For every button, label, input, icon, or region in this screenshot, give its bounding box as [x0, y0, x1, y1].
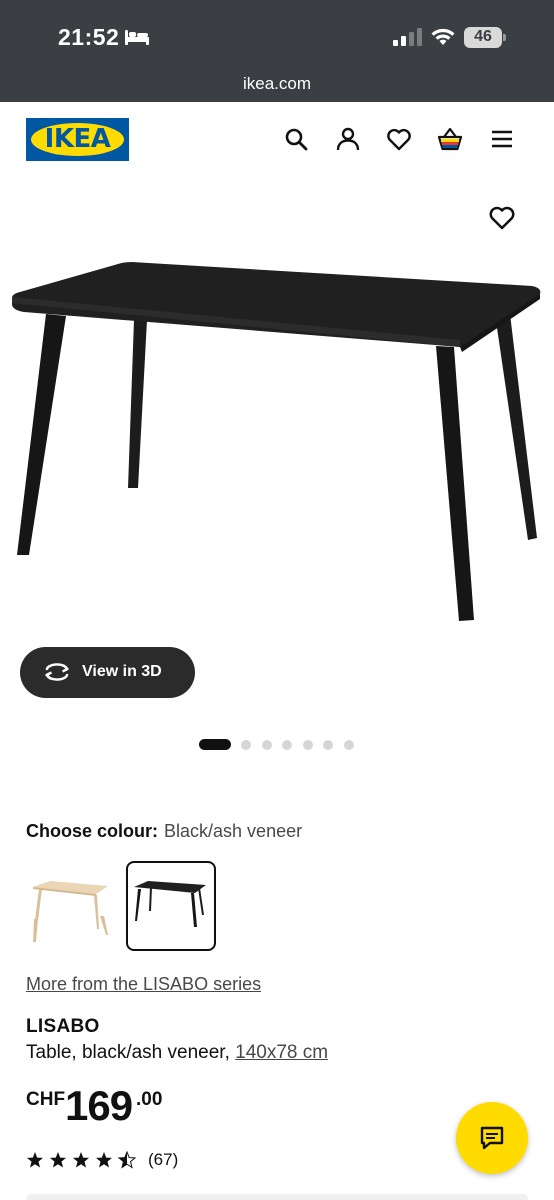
product-image[interactable] [0, 240, 554, 640]
rotate-3d-icon [45, 663, 69, 681]
bottom-panel-edge [26, 1194, 528, 1200]
natural-ash-swatch[interactable] [26, 861, 116, 951]
browser-chrome: 21:52 46 ikea.com [0, 0, 554, 102]
carousel-dot[interactable] [344, 740, 354, 750]
battery-indicator: 46 [464, 27, 506, 48]
heart-icon[interactable] [386, 126, 412, 152]
black-ash-swatch[interactable] [126, 861, 216, 951]
ikea-logo[interactable]: IKEA [26, 118, 129, 161]
site-header: IKEA [0, 102, 554, 182]
product-description: Table, black/ash veneer, 140x78 cm [26, 1042, 328, 1064]
cart-icon[interactable] [437, 126, 463, 152]
price-integer: 169 [65, 1082, 133, 1129]
carousel-dot[interactable] [241, 740, 251, 750]
colour-selected-value: Black/ash veneer [164, 821, 303, 841]
colour-label: Choose colour: [26, 821, 159, 841]
menu-icon[interactable] [489, 126, 515, 152]
carousel-dot[interactable] [262, 740, 272, 750]
logo-text: IKEA [44, 124, 111, 154]
carousel-dot[interactable] [323, 740, 333, 750]
carousel-dot[interactable] [303, 740, 313, 750]
price-currency: CHF [26, 1089, 66, 1110]
carousel-dot[interactable] [282, 740, 292, 750]
image-carousel-indicator [0, 739, 554, 751]
carousel-dot-active[interactable] [199, 739, 231, 750]
product-description-text: Table, black/ash veneer, [26, 1042, 236, 1063]
account-icon[interactable] [335, 126, 361, 152]
view-in-3d-button[interactable]: View in 3D [20, 647, 195, 698]
series-link[interactable]: More from the LISABO series [26, 974, 261, 995]
search-icon[interactable] [283, 126, 309, 152]
cellular-signal-icon [393, 28, 422, 46]
price-decimal: .00 [136, 1089, 163, 1110]
wifi-icon [431, 28, 455, 45]
rating-stars-icon [27, 1151, 136, 1168]
address-bar-url[interactable]: ikea.com [0, 74, 554, 94]
add-to-favourites-heart-icon[interactable] [488, 203, 516, 231]
product-name: LISABO [26, 1016, 100, 1037]
chat-button[interactable] [456, 1102, 528, 1174]
status-time: 21:52 [58, 24, 120, 50]
view-in-3d-label: View in 3D [82, 663, 162, 680]
colour-chooser: Choose colour: Black/ash veneer [26, 821, 302, 842]
chat-icon [480, 1126, 504, 1150]
battery-level: 46 [474, 28, 492, 45]
size-link[interactable]: 140x78 cm [235, 1042, 328, 1063]
bed-icon [125, 30, 149, 45]
rating-count[interactable]: (67) [148, 1150, 178, 1170]
